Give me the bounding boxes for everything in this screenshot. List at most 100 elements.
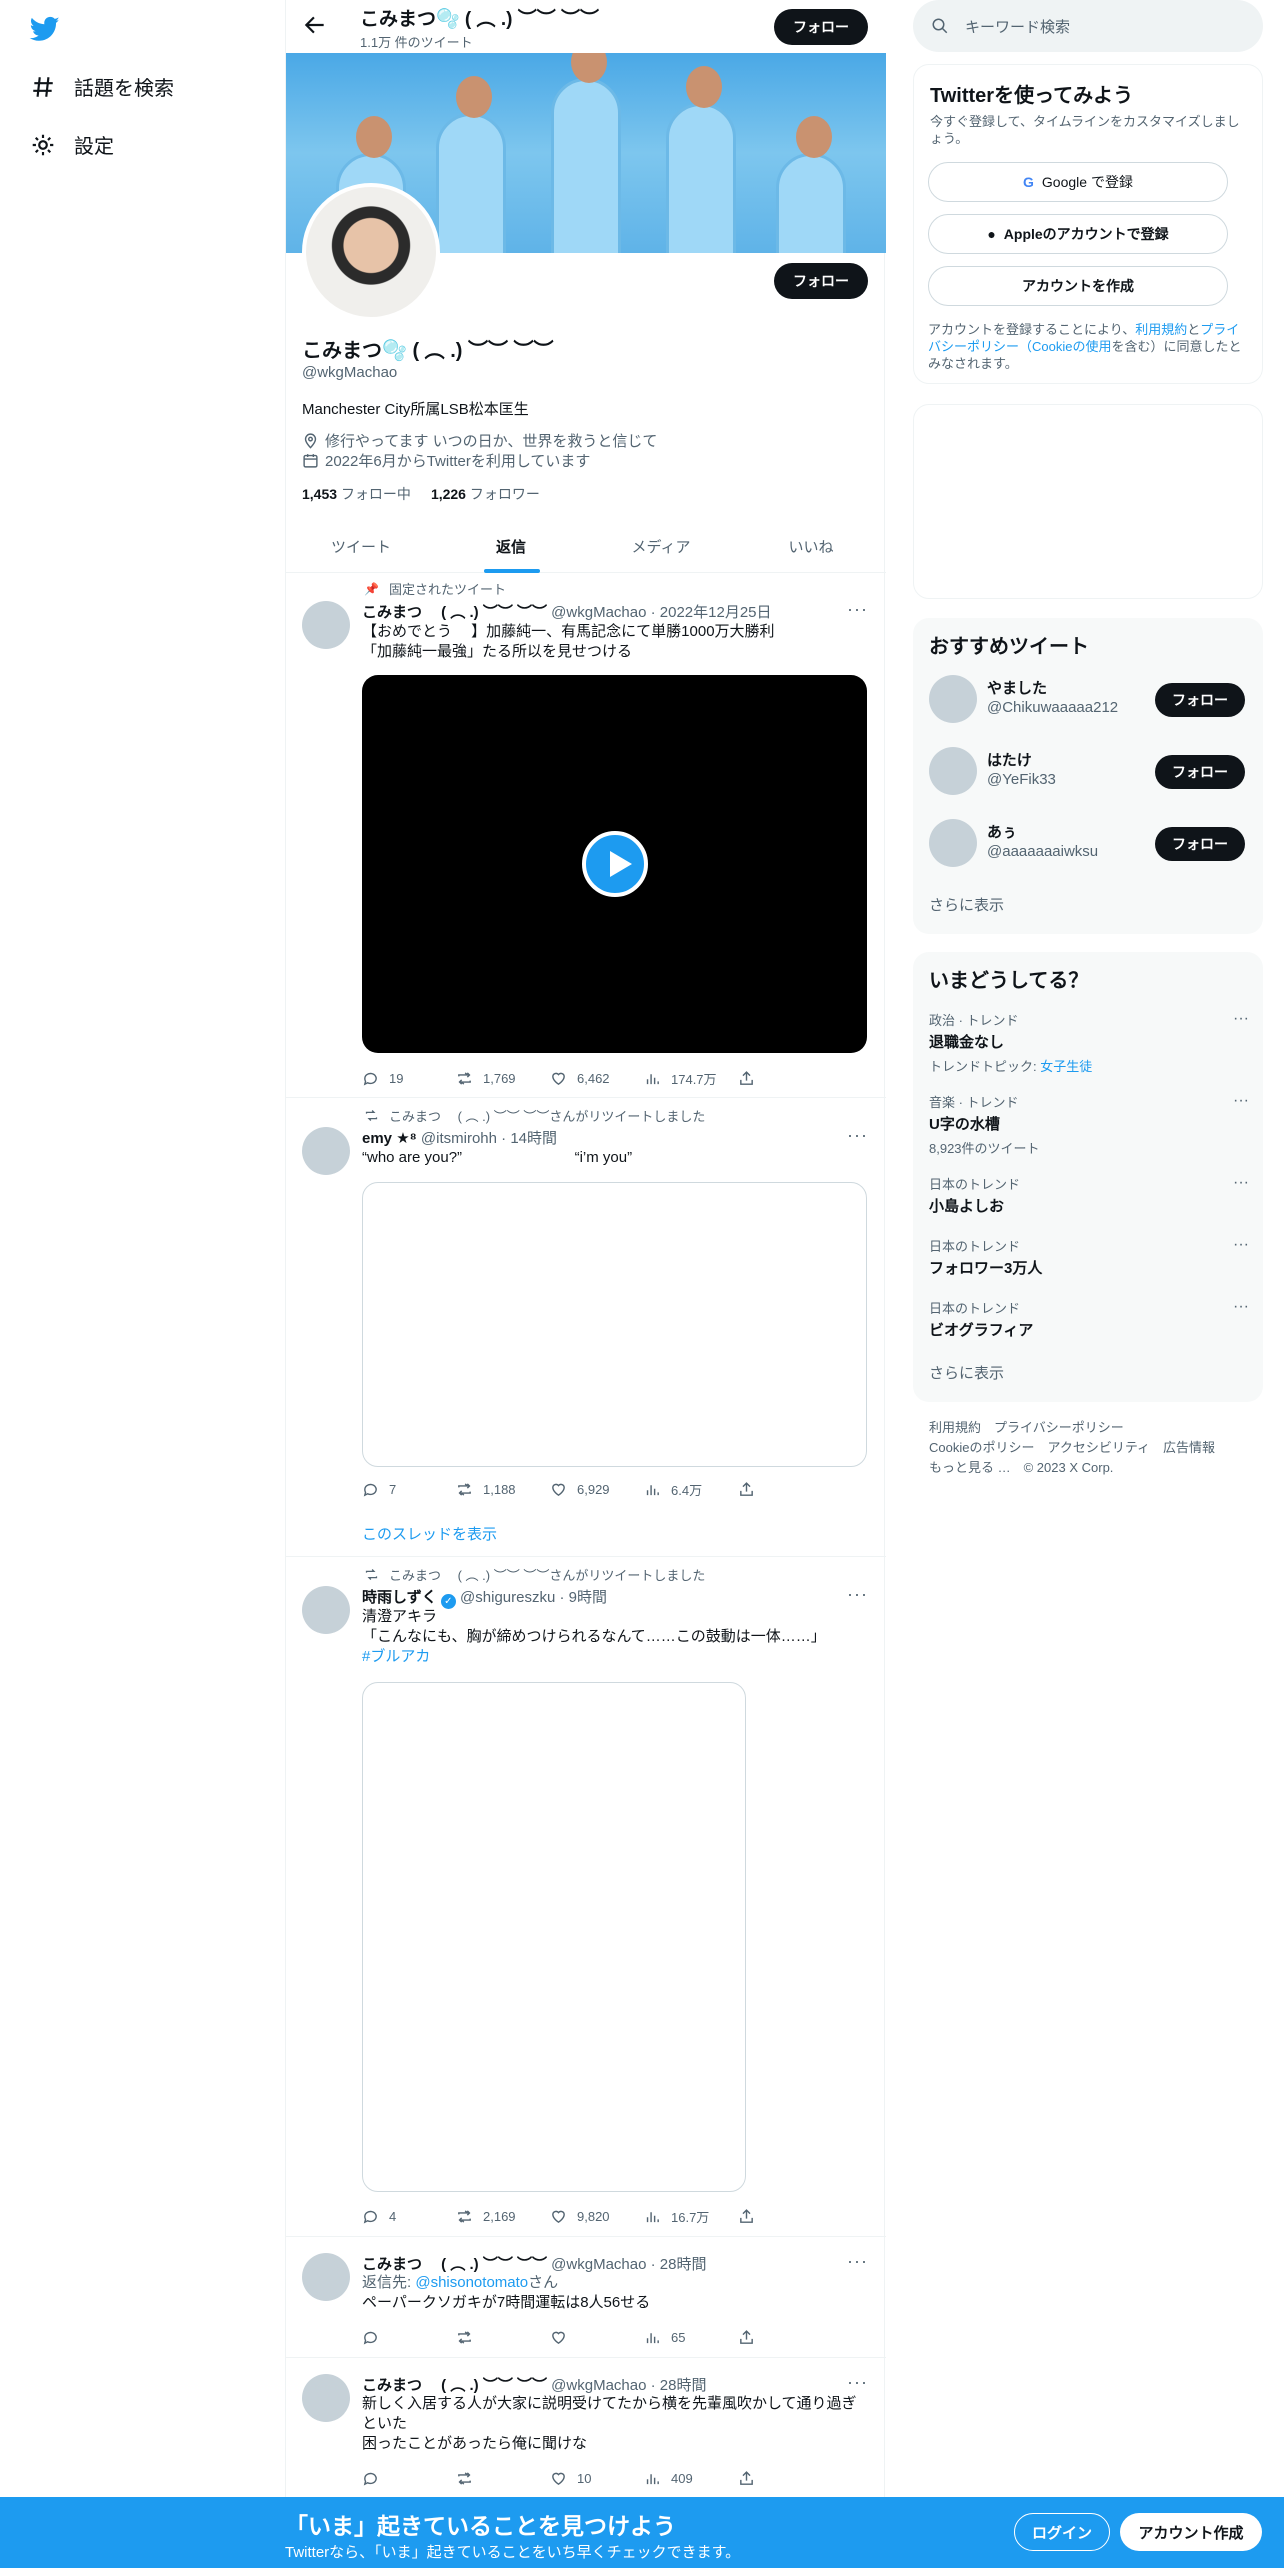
retweet-button[interactable] bbox=[456, 2329, 550, 2346]
trend-topic-link[interactable]: 女子生徒 bbox=[1040, 1059, 1092, 1074]
views-button[interactable]: 6.4万 bbox=[644, 1480, 738, 1499]
user-name[interactable]: やました bbox=[987, 677, 1047, 698]
footer-line[interactable]: Cookieのポリシー アクセシビリティ 広告情報 bbox=[929, 1438, 1215, 1458]
reply-button[interactable]: 19 bbox=[362, 1069, 456, 1088]
retweeted-by-label[interactable]: こみまつ ( ︵ .) ︶︶ ︶︶さんがリツイートしました bbox=[389, 1565, 705, 1584]
share-button[interactable] bbox=[738, 2470, 832, 2487]
tweet-handle-time[interactable]: @wkgMachao · 28時間 bbox=[551, 2256, 706, 2273]
tweet-handle-time[interactable]: @wkgMachao · 2022年12月25日 bbox=[551, 604, 771, 621]
signup-button[interactable]: アカウント作成 bbox=[1120, 2513, 1262, 2551]
trends-show-more[interactable]: さらに表示 bbox=[929, 1365, 1004, 1382]
tweet-author-name[interactable]: emy ★⁸ bbox=[362, 1130, 417, 1147]
search-bar[interactable]: キーワード検索 bbox=[913, 0, 1263, 52]
more-options-icon[interactable]: ··· bbox=[847, 599, 868, 620]
tweet-avatar[interactable] bbox=[302, 601, 350, 649]
more-options-icon[interactable]: ··· bbox=[1233, 1092, 1249, 1110]
more-options-icon[interactable]: ··· bbox=[1233, 1298, 1249, 1316]
tweet[interactable]: こみまつ ( ︵ .) ︶︶ ︶︶さんがリツイートしました 時雨しずく ✓ @s… bbox=[286, 1557, 886, 2237]
nav-settings[interactable]: 設定 bbox=[30, 130, 114, 159]
terms-link[interactable]: 利用規約 bbox=[1135, 322, 1187, 337]
footer-line[interactable]: もっと見る … © 2023 X Corp. bbox=[929, 1458, 1215, 1478]
views-button[interactable]: 409 bbox=[644, 2470, 738, 2487]
search-input[interactable]: キーワード検索 bbox=[965, 16, 1070, 37]
reply-button[interactable] bbox=[362, 2329, 456, 2346]
suggested-user[interactable]: あぅ @aaaaaaaiwksu フォロー bbox=[929, 819, 1249, 869]
who-to-follow-show-more[interactable]: さらに表示 bbox=[929, 897, 1004, 914]
reply-button[interactable]: 4 bbox=[362, 2207, 456, 2226]
tweet-author-name[interactable]: こみまつ ( ︵ .) ︶︶ ︶︶ bbox=[362, 2377, 547, 2394]
tweet-author-name[interactable]: こみまつ ( ︵ .) ︶︶ ︶︶ bbox=[362, 604, 547, 621]
views-button[interactable]: 65 bbox=[644, 2329, 738, 2346]
tweet[interactable]: こみまつ ( ︵ .) ︶︶ ︶︶ @wkgMachao · 28時間 ··· … bbox=[286, 2237, 886, 2358]
more-options-icon[interactable]: ··· bbox=[847, 1584, 868, 1605]
hashtag-link[interactable]: #ブルアカ bbox=[362, 1647, 862, 1667]
tweet-handle-time[interactable]: @wkgMachao · 28時間 bbox=[551, 2377, 706, 2394]
tweet-handle-time[interactable]: @shigureszku · 9時間 bbox=[460, 1589, 607, 1606]
tweet-author-name[interactable]: こみまつ ( ︵ .) ︶︶ ︶︶ bbox=[362, 2256, 547, 2273]
more-options-icon[interactable]: ··· bbox=[847, 2372, 868, 2393]
trend-item[interactable]: 日本のトレンド フォロワー3万人 ··· bbox=[929, 1236, 1249, 1278]
header-follow-button[interactable]: フォロー bbox=[774, 9, 868, 45]
trend-item[interactable]: 音楽 · トレンド U字の水槽 8,923件のツイート ··· bbox=[929, 1092, 1249, 1157]
like-button[interactable]: 10 bbox=[550, 2470, 644, 2487]
share-button[interactable] bbox=[738, 2207, 832, 2226]
tweet[interactable]: 📌 固定されたツイート こみまつ ( ︵ .) ︶︶ ︶︶ @wkgMachao… bbox=[286, 573, 886, 1098]
follow-button[interactable]: フォロー bbox=[1155, 683, 1245, 717]
follow-button[interactable]: フォロー bbox=[1155, 827, 1245, 861]
trend-item[interactable]: 日本のトレンド ビオグラフィア ··· bbox=[929, 1298, 1249, 1340]
like-button[interactable] bbox=[550, 2329, 644, 2346]
tweet-video[interactable] bbox=[362, 675, 867, 1053]
user-name[interactable]: はたけ bbox=[987, 749, 1032, 770]
share-button[interactable] bbox=[738, 1069, 832, 1088]
views-button[interactable]: 16.7万 bbox=[644, 2207, 738, 2226]
create-account-button[interactable]: アカウントを作成 bbox=[928, 266, 1228, 306]
tweet-media[interactable] bbox=[362, 1182, 867, 1467]
more-options-icon[interactable]: ··· bbox=[847, 1125, 868, 1146]
like-button[interactable]: 9,820 bbox=[550, 2207, 644, 2226]
show-thread-link[interactable]: このスレッドを表示 bbox=[362, 1525, 862, 1545]
like-button[interactable]: 6,462 bbox=[550, 1069, 644, 1088]
share-button[interactable] bbox=[738, 2329, 832, 2346]
user-avatar[interactable] bbox=[929, 747, 977, 795]
user-avatar[interactable] bbox=[929, 819, 977, 867]
follow-button[interactable]: フォロー bbox=[1155, 755, 1245, 789]
retweet-button[interactable]: 1,769 bbox=[456, 1069, 550, 1088]
tweet-author-name[interactable]: 時雨しずく bbox=[362, 1589, 437, 1606]
views-button[interactable]: 174.7万 bbox=[644, 1069, 738, 1088]
login-button[interactable]: ログイン bbox=[1014, 2513, 1110, 2551]
google-signup-button[interactable]: G Google で登録 bbox=[928, 162, 1228, 202]
trend-item[interactable]: 政治 · トレンド 退職金なし トレンドトピック: 女子生徒 ··· bbox=[929, 1010, 1249, 1075]
tab-media[interactable]: メディア bbox=[586, 536, 736, 557]
reply-to-link[interactable]: @shisonotomato bbox=[415, 2274, 528, 2291]
tab-likes[interactable]: いいね bbox=[736, 536, 886, 557]
reply-button[interactable] bbox=[362, 2470, 456, 2487]
retweet-button[interactable]: 2,169 bbox=[456, 2207, 550, 2226]
tweet-handle-time[interactable]: @itsmirohh · 14時間 bbox=[421, 1130, 557, 1147]
more-options-icon[interactable]: ··· bbox=[1233, 1010, 1249, 1028]
twitter-logo-icon[interactable] bbox=[28, 14, 62, 44]
apple-signup-button[interactable]: ● Appleのアカウントで登録 bbox=[928, 214, 1228, 254]
tweet-avatar[interactable] bbox=[302, 2374, 350, 2422]
tab-replies[interactable]: 返信 bbox=[436, 536, 586, 557]
share-button[interactable] bbox=[738, 1480, 832, 1499]
user-avatar[interactable] bbox=[929, 675, 977, 723]
trend-item[interactable]: 日本のトレンド 小島よしお ··· bbox=[929, 1174, 1249, 1216]
user-name[interactable]: あぅ bbox=[987, 821, 1017, 842]
suggested-user[interactable]: やました @Chikuwaaaaa212 フォロー bbox=[929, 675, 1249, 725]
tweet-avatar[interactable] bbox=[302, 1127, 350, 1175]
followers-link[interactable]: 1,226 フォロワー bbox=[431, 484, 540, 504]
like-button[interactable]: 6,929 bbox=[550, 1480, 644, 1499]
profile-follow-button[interactable]: フォロー bbox=[774, 263, 868, 299]
more-options-icon[interactable]: ··· bbox=[847, 2251, 868, 2272]
retweeted-by-label[interactable]: こみまつ ( ︵ .) ︶︶ ︶︶さんがリツイートしました bbox=[389, 1106, 705, 1125]
play-icon[interactable] bbox=[581, 831, 648, 897]
following-link[interactable]: 1,453 フォロー中 bbox=[302, 484, 411, 504]
reply-button[interactable]: 7 bbox=[362, 1480, 456, 1499]
tweet-media[interactable] bbox=[362, 1682, 746, 2192]
retweet-button[interactable] bbox=[456, 2470, 550, 2487]
more-options-icon[interactable]: ··· bbox=[1233, 1236, 1249, 1254]
retweet-button[interactable]: 1,188 bbox=[456, 1480, 550, 1499]
tweet-avatar[interactable] bbox=[302, 2253, 350, 2301]
tab-tweets[interactable]: ツイート bbox=[286, 536, 436, 557]
back-arrow-icon[interactable] bbox=[302, 12, 328, 38]
